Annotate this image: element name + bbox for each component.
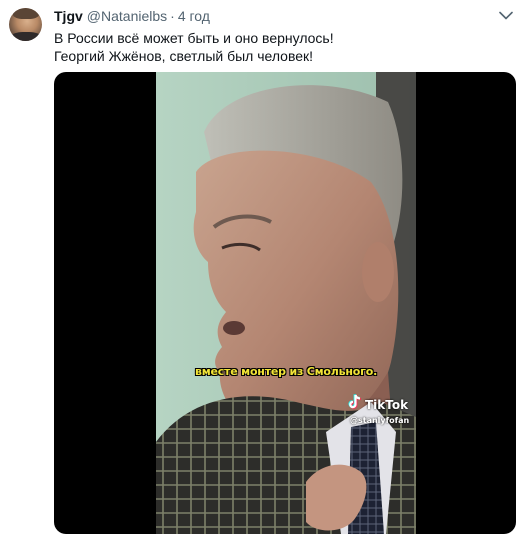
tiktok-username: @stanlyfofan [350, 416, 410, 425]
chevron-down-icon[interactable] [495, 6, 517, 24]
avatar[interactable] [9, 8, 42, 41]
tweet-header: Tjgv @Natanielbs · 4 год [54, 8, 210, 26]
display-name[interactable]: Tjgv [54, 8, 83, 24]
tweet-text-line: Георгий Жжёнов, светлый был человек! [54, 48, 314, 64]
tiktok-icon [348, 394, 362, 415]
separator-dot: · [170, 8, 175, 24]
tiktok-watermark: TikTok [348, 394, 408, 415]
avatar-shirt [11, 32, 41, 41]
user-handle[interactable]: @Natanielbs [87, 8, 167, 24]
tiktok-brand: TikTok [365, 397, 409, 412]
video-still [156, 72, 416, 534]
video-player[interactable]: вместе монтер из Смольного. TikTok @stan… [54, 72, 516, 534]
avatar-hair [13, 8, 39, 19]
video-frame: вместе монтер из Смольного. TikTok @stan… [156, 72, 416, 534]
tweet-text: В России всё может быть и оно вернулось!… [54, 29, 514, 65]
video-subtitle: вместе монтер из Смольного. [194, 365, 378, 378]
tweet-text-line: В России всё может быть и оно вернулось! [54, 30, 334, 46]
tweet[interactable]: Tjgv @Natanielbs · 4 год В России всё мо… [0, 0, 529, 540]
tweet-timestamp[interactable]: 4 год [178, 8, 210, 24]
